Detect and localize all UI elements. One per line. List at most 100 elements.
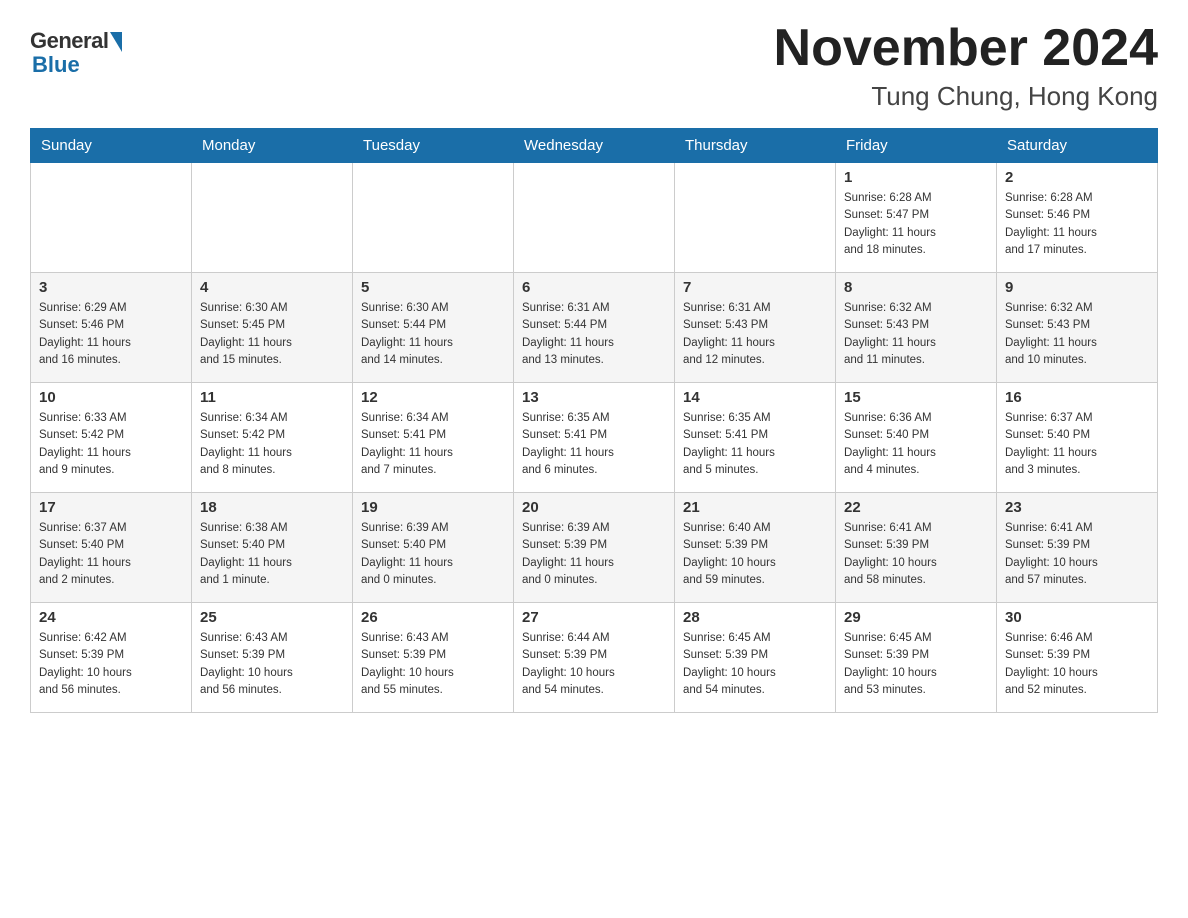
calendar-cell: 13 Sunrise: 6:35 AM Sunset: 5:41 PM Dayli… [514, 383, 675, 493]
day-number: 5 [361, 279, 505, 296]
calendar-week-row: 1 Sunrise: 6:28 AM Sunset: 5:47 PM Daylig… [31, 163, 1158, 273]
day-number: 7 [683, 279, 827, 296]
calendar-cell [675, 163, 836, 273]
calendar-cell [514, 163, 675, 273]
day-number: 22 [844, 499, 988, 516]
day-info: Sunrise: 6:30 AM Sunset: 5:44 PM Dayligh… [361, 300, 505, 369]
day-info: Sunrise: 6:39 AM Sunset: 5:39 PM Dayligh… [522, 520, 666, 589]
calendar-cell: 10 Sunrise: 6:33 AM Sunset: 5:42 PM Dayli… [31, 383, 192, 493]
day-info: Sunrise: 6:43 AM Sunset: 5:39 PM Dayligh… [361, 630, 505, 699]
day-number: 24 [39, 609, 183, 626]
day-number: 26 [361, 609, 505, 626]
day-info: Sunrise: 6:41 AM Sunset: 5:39 PM Dayligh… [1005, 520, 1149, 589]
day-info: Sunrise: 6:40 AM Sunset: 5:39 PM Dayligh… [683, 520, 827, 589]
logo-general-text: General [30, 28, 108, 54]
calendar-cell [31, 163, 192, 273]
day-number: 2 [1005, 169, 1149, 186]
calendar-cell: 23 Sunrise: 6:41 AM Sunset: 5:39 PM Dayli… [997, 493, 1158, 603]
day-number: 29 [844, 609, 988, 626]
calendar-cell: 28Sunrise: 6:45 AM Sunset: 5:39 PM Dayli… [675, 603, 836, 713]
day-number: 28 [683, 609, 827, 626]
day-number: 17 [39, 499, 183, 516]
calendar-day-header: Thursday [675, 129, 836, 163]
day-info: Sunrise: 6:37 AM Sunset: 5:40 PM Dayligh… [39, 520, 183, 589]
day-number: 8 [844, 279, 988, 296]
day-number: 10 [39, 389, 183, 406]
month-title: November 2024 [774, 20, 1158, 77]
day-info: Sunrise: 6:31 AM Sunset: 5:44 PM Dayligh… [522, 300, 666, 369]
day-info: Sunrise: 6:45 AM Sunset: 5:39 PM Dayligh… [844, 630, 988, 699]
calendar-cell: 30 Sunrise: 6:46 AM Sunset: 5:39 PM Dayli… [997, 603, 1158, 713]
day-number: 3 [39, 279, 183, 296]
calendar-day-header: Saturday [997, 129, 1158, 163]
calendar-cell [353, 163, 514, 273]
day-info: Sunrise: 6:34 AM Sunset: 5:42 PM Dayligh… [200, 410, 344, 479]
day-info: Sunrise: 6:43 AM Sunset: 5:39 PM Dayligh… [200, 630, 344, 699]
day-number: 21 [683, 499, 827, 516]
calendar-header-row: SundayMondayTuesdayWednesdayThursdayFrid… [31, 129, 1158, 163]
title-section: November 2024 Tung Chung, Hong Kong [774, 20, 1158, 112]
day-number: 20 [522, 499, 666, 516]
day-number: 16 [1005, 389, 1149, 406]
day-number: 27 [522, 609, 666, 626]
day-info: Sunrise: 6:31 AM Sunset: 5:43 PM Dayligh… [683, 300, 827, 369]
day-number: 15 [844, 389, 988, 406]
calendar-week-row: 10 Sunrise: 6:33 AM Sunset: 5:42 PM Dayli… [31, 383, 1158, 493]
logo-blue-text: Blue [32, 52, 80, 78]
day-info: Sunrise: 6:37 AM Sunset: 5:40 PM Dayligh… [1005, 410, 1149, 479]
day-number: 11 [200, 389, 344, 406]
day-info: Sunrise: 6:36 AM Sunset: 5:40 PM Dayligh… [844, 410, 988, 479]
day-number: 4 [200, 279, 344, 296]
calendar-week-row: 24 Sunrise: 6:42 AM Sunset: 5:39 PM Dayli… [31, 603, 1158, 713]
day-info: Sunrise: 6:29 AM Sunset: 5:46 PM Dayligh… [39, 300, 183, 369]
day-number: 23 [1005, 499, 1149, 516]
calendar-cell: 12Sunrise: 6:34 AM Sunset: 5:41 PM Dayli… [353, 383, 514, 493]
day-info: Sunrise: 6:35 AM Sunset: 5:41 PM Dayligh… [522, 410, 666, 479]
location-title: Tung Chung, Hong Kong [774, 81, 1158, 112]
calendar-cell: 17 Sunrise: 6:37 AM Sunset: 5:40 PM Dayli… [31, 493, 192, 603]
day-number: 18 [200, 499, 344, 516]
calendar-cell: 1 Sunrise: 6:28 AM Sunset: 5:47 PM Daylig… [836, 163, 997, 273]
calendar-cell: 24 Sunrise: 6:42 AM Sunset: 5:39 PM Dayli… [31, 603, 192, 713]
day-number: 30 [1005, 609, 1149, 626]
day-info: Sunrise: 6:42 AM Sunset: 5:39 PM Dayligh… [39, 630, 183, 699]
calendar-cell: 18 Sunrise: 6:38 AM Sunset: 5:40 PM Dayli… [192, 493, 353, 603]
day-info: Sunrise: 6:34 AM Sunset: 5:41 PM Dayligh… [361, 410, 505, 479]
calendar-cell: 2Sunrise: 6:28 AM Sunset: 5:46 PM Daylig… [997, 163, 1158, 273]
logo: General Blue [30, 28, 122, 78]
calendar-cell: 22 Sunrise: 6:41 AM Sunset: 5:39 PM Dayli… [836, 493, 997, 603]
calendar-cell: 7 Sunrise: 6:31 AM Sunset: 5:43 PM Daylig… [675, 273, 836, 383]
day-info: Sunrise: 6:35 AM Sunset: 5:41 PM Dayligh… [683, 410, 827, 479]
calendar-cell: 11 Sunrise: 6:34 AM Sunset: 5:42 PM Dayli… [192, 383, 353, 493]
calendar-cell: 9 Sunrise: 6:32 AM Sunset: 5:43 PM Daylig… [997, 273, 1158, 383]
calendar-week-row: 3 Sunrise: 6:29 AM Sunset: 5:46 PM Daylig… [31, 273, 1158, 383]
calendar-cell: 20 Sunrise: 6:39 AM Sunset: 5:39 PM Dayli… [514, 493, 675, 603]
calendar-cell: 3 Sunrise: 6:29 AM Sunset: 5:46 PM Daylig… [31, 273, 192, 383]
calendar-day-header: Wednesday [514, 129, 675, 163]
calendar-cell: 4 Sunrise: 6:30 AM Sunset: 5:45 PM Daylig… [192, 273, 353, 383]
calendar-cell: 27Sunrise: 6:44 AM Sunset: 5:39 PM Dayli… [514, 603, 675, 713]
calendar-day-header: Sunday [31, 129, 192, 163]
day-number: 6 [522, 279, 666, 296]
day-number: 9 [1005, 279, 1149, 296]
day-number: 1 [844, 169, 988, 186]
day-info: Sunrise: 6:28 AM Sunset: 5:47 PM Dayligh… [844, 190, 988, 259]
calendar-cell: 8Sunrise: 6:32 AM Sunset: 5:43 PM Daylig… [836, 273, 997, 383]
calendar-cell: 14Sunrise: 6:35 AM Sunset: 5:41 PM Dayli… [675, 383, 836, 493]
day-info: Sunrise: 6:46 AM Sunset: 5:39 PM Dayligh… [1005, 630, 1149, 699]
day-info: Sunrise: 6:38 AM Sunset: 5:40 PM Dayligh… [200, 520, 344, 589]
calendar-cell: 26 Sunrise: 6:43 AM Sunset: 5:39 PM Dayli… [353, 603, 514, 713]
day-number: 19 [361, 499, 505, 516]
day-info: Sunrise: 6:30 AM Sunset: 5:45 PM Dayligh… [200, 300, 344, 369]
day-info: Sunrise: 6:41 AM Sunset: 5:39 PM Dayligh… [844, 520, 988, 589]
day-number: 25 [200, 609, 344, 626]
calendar-cell [192, 163, 353, 273]
day-info: Sunrise: 6:32 AM Sunset: 5:43 PM Dayligh… [1005, 300, 1149, 369]
calendar-cell: 19Sunrise: 6:39 AM Sunset: 5:40 PM Dayli… [353, 493, 514, 603]
calendar-day-header: Tuesday [353, 129, 514, 163]
calendar-cell: 16 Sunrise: 6:37 AM Sunset: 5:40 PM Dayli… [997, 383, 1158, 493]
calendar-cell: 5 Sunrise: 6:30 AM Sunset: 5:44 PM Daylig… [353, 273, 514, 383]
day-number: 13 [522, 389, 666, 406]
day-info: Sunrise: 6:33 AM Sunset: 5:42 PM Dayligh… [39, 410, 183, 479]
calendar-cell: 21 Sunrise: 6:40 AM Sunset: 5:39 PM Dayli… [675, 493, 836, 603]
